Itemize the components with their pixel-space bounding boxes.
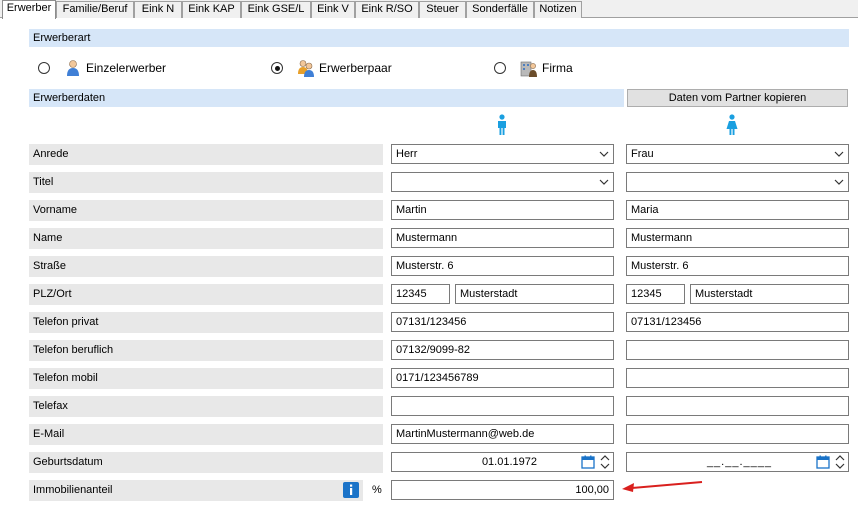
geburtsdatum-input-person2[interactable]: __.__.____ [626,452,849,472]
chevron-down-icon[interactable] [834,177,844,187]
section-erwerberdaten-title: Erwerberdaten [29,89,624,107]
company-icon [520,59,538,77]
immobilienanteil-input[interactable]: 100,00 [391,480,614,500]
percent-unit: % [372,484,382,496]
spinner-icon[interactable] [835,454,845,470]
vorname-input-person1[interactable]: Martin [391,200,614,220]
tab-eink-kap[interactable]: Eink KAP [182,1,241,18]
label-anrede: Anrede [29,144,383,165]
telefax-input-person1[interactable] [391,396,614,416]
radio-label: Erwerberpaar [319,61,392,75]
label-telefon-beruflich: Telefon beruflich [29,340,383,361]
radio-einzelerwerber[interactable]: Einzelerwerber [38,58,166,78]
telefon-beruflich-input-person2[interactable] [626,340,849,360]
plz-input-person1[interactable]: 12345 [391,284,450,304]
telefon-mobil-input-person1[interactable]: 0171/123456789 [391,368,614,388]
male-icon [498,114,506,135]
date-value: 01.01.1972 [481,456,537,468]
label-geburtsdatum: Geburtsdatum [29,452,383,473]
tab-notizen[interactable]: Notizen [534,1,582,18]
radio-circle[interactable] [494,62,506,74]
red-arrow-annotation [622,481,703,492]
tab-content: Erwerberart Einzelerwerber Erwerberpaar … [0,18,858,509]
anrede-select-person2[interactable]: Frau [626,144,849,164]
label-name: Name [29,228,383,249]
tab-eink-n[interactable]: Eink N [134,1,182,18]
radio-label: Firma [542,61,573,75]
ort-input-person1[interactable]: Musterstadt [455,284,614,304]
label-vorname: Vorname [29,200,383,221]
radio-erwerberpaar[interactable]: Erwerberpaar [271,58,392,78]
date-value: __.__.____ [706,456,772,468]
info-icon[interactable] [343,482,359,498]
tab-eink-v[interactable]: Eink V [311,1,355,18]
label-telefax: Telefax [29,396,383,417]
label-plz-ort: PLZ/Ort [29,284,383,305]
radio-label: Einzelerwerber [86,61,167,75]
radio-circle[interactable] [271,62,283,74]
copy-partner-data-button[interactable]: Daten vom Partner kopieren [627,89,848,107]
strasse-input-person1[interactable]: Musterstr. 6 [391,256,614,276]
name-input-person1[interactable]: Mustermann [391,228,614,248]
chevron-down-icon[interactable] [599,177,609,187]
female-icon [726,114,738,135]
plz-input-person2[interactable]: 12345 [626,284,685,304]
geburtsdatum-input-person1[interactable]: 01.01.1972 [391,452,614,472]
tab-bar: Erwerber Familie/Beruf Eink N Eink KAP E… [0,0,858,19]
anrede-value: Herr [396,148,418,160]
chevron-down-icon[interactable] [599,149,609,159]
single-person-icon [64,59,82,77]
anrede-value: Frau [631,148,654,160]
telefon-beruflich-input-person1[interactable]: 07132/9099-82 [391,340,614,360]
chevron-down-icon[interactable] [834,149,844,159]
email-input-person1[interactable]: MartinMustermann@web.de [391,424,614,444]
tab-eink-r-so[interactable]: Eink R/SO [355,1,419,18]
radio-circle[interactable] [38,62,50,74]
titel-select-person1[interactable] [391,172,614,192]
anrede-select-person1[interactable]: Herr [391,144,614,164]
calendar-icon[interactable] [581,455,595,469]
couple-icon [297,59,315,77]
label-immobilienanteil: Immobilienanteil [29,480,363,501]
tab-eink-gse-l[interactable]: Eink GSE/L [241,1,311,18]
tab-familie-beruf[interactable]: Familie/Beruf [56,1,134,18]
email-input-person2[interactable] [626,424,849,444]
ort-input-person2[interactable]: Musterstadt [690,284,849,304]
telefon-privat-input-person1[interactable]: 07131/123456 [391,312,614,332]
strasse-input-person2[interactable]: Musterstr. 6 [626,256,849,276]
name-input-person2[interactable]: Mustermann [626,228,849,248]
tab-erwerber[interactable]: Erwerber [2,0,56,19]
label-strasse: Straße [29,256,383,277]
label-email: E-Mail [29,424,383,445]
telefon-mobil-input-person2[interactable] [626,368,849,388]
titel-select-person2[interactable] [626,172,849,192]
telefon-privat-input-person2[interactable]: 07131/123456 [626,312,849,332]
vorname-input-person2[interactable]: Maria [626,200,849,220]
tab-sonderfaelle[interactable]: Sonderfälle [466,1,534,18]
calendar-icon[interactable] [816,455,830,469]
label-titel: Titel [29,172,383,193]
telefax-input-person2[interactable] [626,396,849,416]
radio-firma[interactable]: Firma [494,58,573,78]
spinner-icon[interactable] [600,454,610,470]
section-erwerberart-title: Erwerberart [29,29,849,47]
label-telefon-privat: Telefon privat [29,312,383,333]
tab-steuer[interactable]: Steuer [419,1,466,18]
label-telefon-mobil: Telefon mobil [29,368,383,389]
